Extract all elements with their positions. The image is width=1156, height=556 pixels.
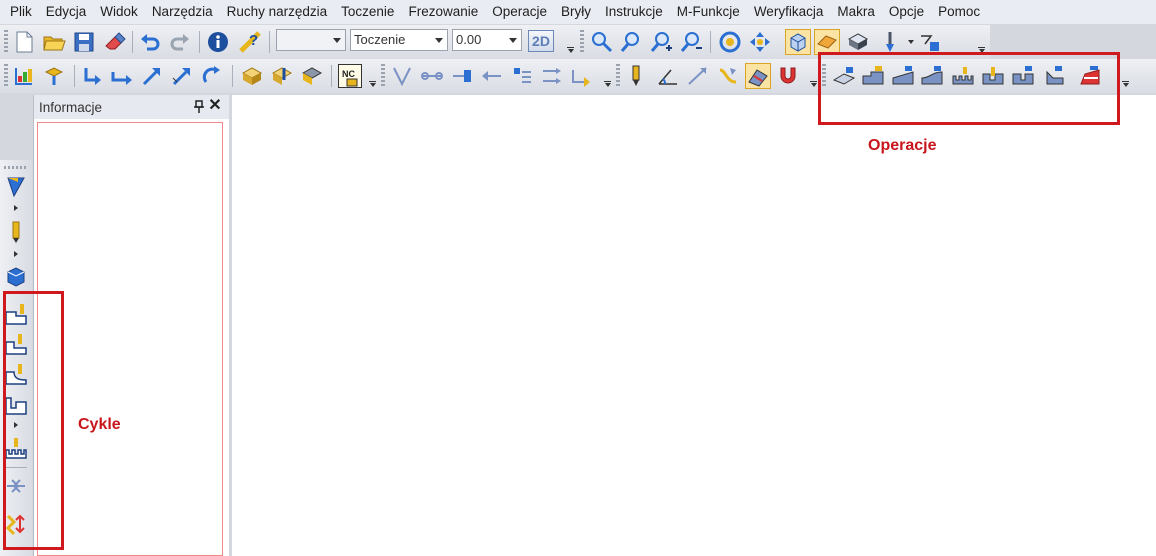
move-left-icon[interactable] <box>480 64 504 88</box>
angle-measure-icon[interactable] <box>656 64 680 88</box>
zoom-out-icon[interactable] <box>680 30 704 54</box>
toolbar-grip[interactable] <box>4 30 8 54</box>
toolbar-overflow-icon[interactable] <box>369 81 376 87</box>
toolbar-grip[interactable] <box>4 64 8 88</box>
tool-change-icon[interactable] <box>42 64 66 88</box>
help-measure-icon[interactable]: ? <box>238 30 262 54</box>
close-icon[interactable]: ✕ <box>208 98 222 114</box>
lathe-setup-icon[interactable] <box>12 64 36 88</box>
move-arc-icon[interactable] <box>170 64 194 88</box>
number-dropdown[interactable]: 0.00 <box>452 29 522 51</box>
zoom-window-icon[interactable] <box>590 30 614 54</box>
menu-instrukcje[interactable]: Instrukcje <box>598 0 670 24</box>
tool-path-icon[interactable] <box>918 30 942 54</box>
mode-value: Toczenie <box>354 32 406 47</box>
cycles-label: Cykle <box>78 416 121 433</box>
surface-icon[interactable] <box>745 63 771 89</box>
menu-m-funkcje[interactable]: M-Funkcje <box>670 0 747 24</box>
view-2d-button[interactable]: 2D <box>528 30 554 52</box>
menu-weryfikacja[interactable]: Weryfikacja <box>747 0 831 24</box>
menu-opcje[interactable]: Opcje <box>882 0 931 24</box>
part-view-icon[interactable] <box>846 30 870 54</box>
new-file-icon[interactable] <box>12 30 36 54</box>
move-right-icon[interactable] <box>110 64 134 88</box>
toolbar-overflow-icon[interactable] <box>604 81 611 87</box>
toolbar-overflow-icon[interactable] <box>567 47 574 53</box>
toolbar-grip[interactable] <box>580 30 584 54</box>
transfer-icon[interactable] <box>570 64 594 88</box>
svg-text:NC: NC <box>342 69 355 79</box>
save-disk-icon[interactable] <box>72 30 96 54</box>
parallel-move-icon[interactable] <box>540 64 564 88</box>
zoom-in-icon[interactable] <box>650 30 674 54</box>
menu-plik[interactable]: Plik <box>0 0 39 24</box>
combo-empty[interactable] <box>276 29 346 51</box>
panel-title: Informacje <box>39 99 103 115</box>
drawing-canvas[interactable] <box>232 95 1156 556</box>
menu-widok[interactable]: Widok <box>93 0 145 24</box>
undo-icon[interactable] <box>138 30 162 54</box>
menu-makra[interactable]: Makra <box>830 0 882 24</box>
drill-bit-icon[interactable] <box>4 220 28 244</box>
stock-block-icon[interactable] <box>240 64 264 88</box>
eraser-icon[interactable] <box>102 30 126 54</box>
info-panel-content <box>37 122 223 556</box>
thread-icon[interactable] <box>716 64 740 88</box>
menu-toczenie[interactable]: Toczenie <box>334 0 401 24</box>
toolbar-grip[interactable] <box>381 64 385 88</box>
plane-view-icon[interactable] <box>814 29 840 55</box>
toolbar-grip[interactable] <box>4 166 28 169</box>
open-folder-icon[interactable] <box>42 30 66 54</box>
panel-header: Informacje ✕ <box>34 95 229 119</box>
magnet-icon[interactable] <box>776 64 800 88</box>
tool-holder-icon[interactable] <box>4 174 28 198</box>
move-down-right-icon[interactable] <box>80 64 104 88</box>
menu-ruchy-narzedzia[interactable]: Ruchy narzędzia <box>220 0 335 24</box>
menu-narzedzia[interactable]: Narzędzia <box>145 0 220 24</box>
text-label-icon[interactable] <box>510 64 534 88</box>
svg-text:?: ? <box>249 32 258 49</box>
info-icon[interactable] <box>206 30 230 54</box>
number-value: 0.00 <box>456 32 482 47</box>
nc-program-icon[interactable]: NC <box>338 64 362 88</box>
offset-icon[interactable] <box>450 64 474 88</box>
rapid-return-icon[interactable] <box>200 64 224 88</box>
redo-icon[interactable] <box>168 30 192 54</box>
tool-insert-icon[interactable] <box>878 30 902 54</box>
solid-view-icon[interactable] <box>785 29 811 55</box>
toolbar-overflow-icon[interactable] <box>810 81 817 87</box>
pin-icon[interactable] <box>193 100 205 114</box>
pan-view-icon[interactable] <box>748 30 772 54</box>
stock-part-icon[interactable] <box>300 64 324 88</box>
cycles-highlight-box <box>3 291 64 550</box>
drill-point-icon[interactable] <box>390 64 414 88</box>
drill-tool-icon[interactable] <box>624 64 648 88</box>
solid-block-icon[interactable] <box>4 264 28 288</box>
line-angle-icon[interactable] <box>686 64 710 88</box>
menu-operacje[interactable]: Operacje <box>485 0 554 24</box>
menu-edycja[interactable]: Edycja <box>39 0 94 24</box>
operations-highlight-box <box>818 52 1120 125</box>
distance-icon[interactable] <box>420 64 444 88</box>
zoom-fit-icon[interactable] <box>620 30 644 54</box>
rotate-view-icon[interactable] <box>718 30 742 54</box>
menu-bryly[interactable]: Bryły <box>554 0 598 24</box>
toolbar-overflow-icon[interactable] <box>1122 81 1129 87</box>
menu-pomoc[interactable]: Pomoc <box>931 0 987 24</box>
operations-label: Operacje <box>868 137 937 154</box>
mode-dropdown[interactable]: Toczenie <box>350 29 448 51</box>
menu-frezowanie[interactable]: Frezowanie <box>401 0 485 24</box>
move-diagonal-icon[interactable] <box>140 64 164 88</box>
stock-cut-icon[interactable] <box>270 64 294 88</box>
toolbar-grip[interactable] <box>616 64 620 88</box>
menu-bar: Plik Edycja Widok Narzędzia Ruchy narzęd… <box>0 0 1156 24</box>
